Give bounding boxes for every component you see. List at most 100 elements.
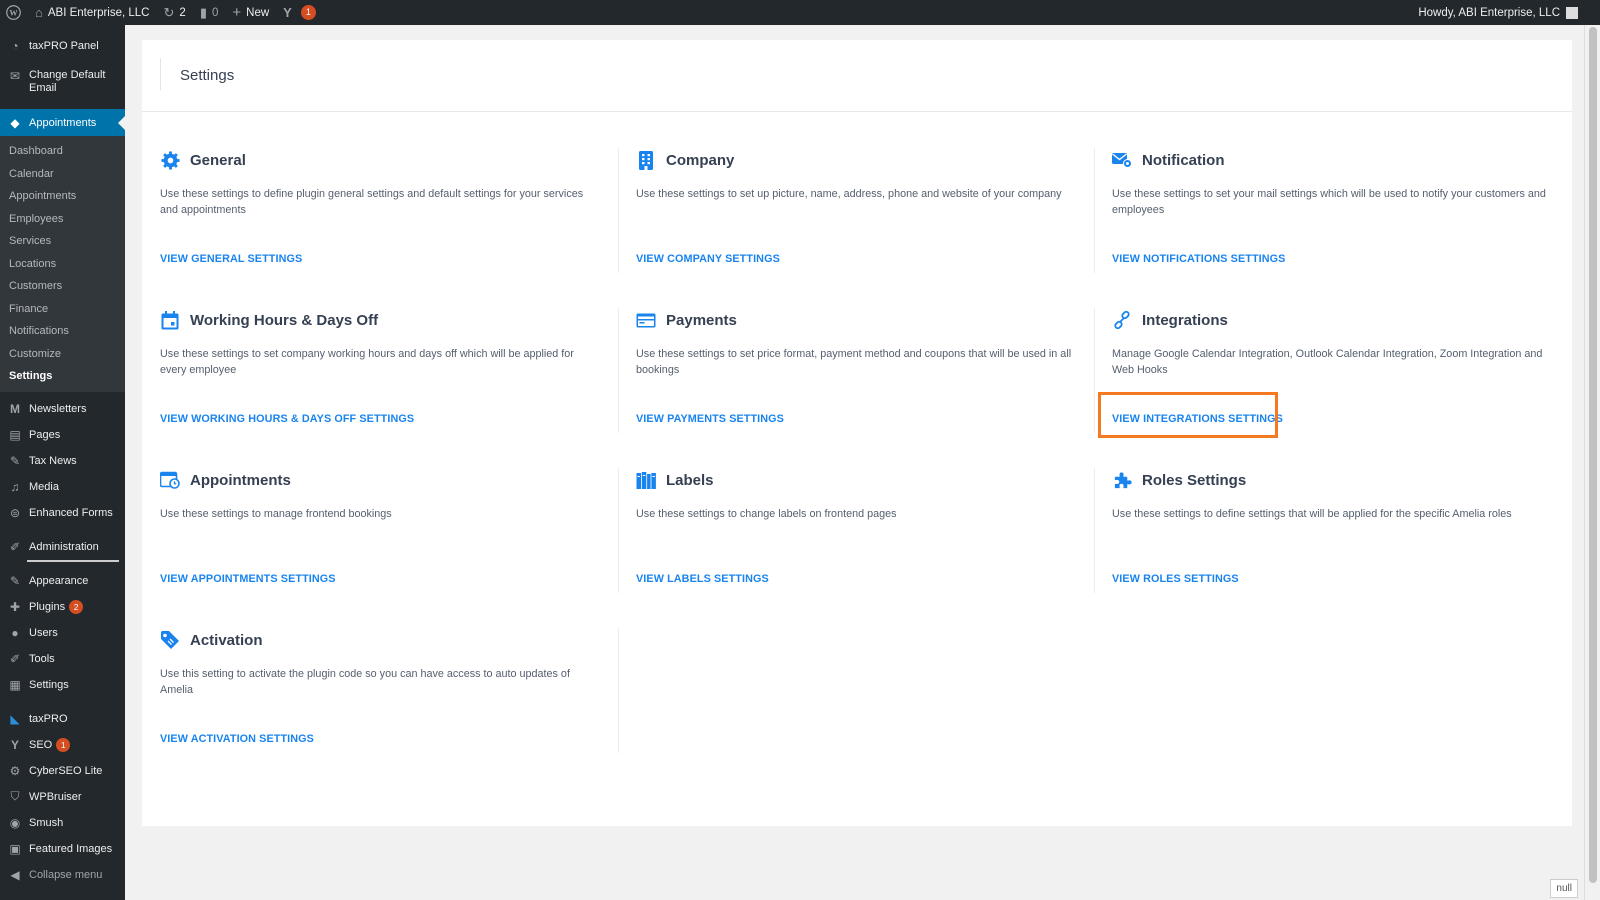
submenu-item-appointments[interactable]: Appointments [0, 185, 125, 208]
wrench-icon: ✐ [9, 539, 21, 554]
my-account-link[interactable]: Howdy, ABI Enterprise, LLC [1411, 0, 1600, 25]
settings-card-working-hours: Working Hours & Days Off Use these setti… [160, 310, 615, 452]
card-description: Use these settings to manage frontend bo… [160, 508, 392, 520]
updates-count: 2 [179, 6, 186, 19]
card-description: Use these settings to change labels on f… [636, 508, 897, 520]
sidebar-item-newsletters[interactable]: M Newsletters [0, 396, 125, 422]
images-icon: ▣ [9, 841, 21, 856]
gauge-icon: ◔ [11, 38, 19, 53]
brush-icon: ✎ [9, 573, 21, 588]
sidebar-item-label: SEO [29, 738, 53, 751]
submenu-item-locations[interactable]: Locations [0, 253, 125, 276]
view-roles-settings-link[interactable]: VIEW ROLES SETTINGS [1112, 573, 1239, 585]
card-title: Working Hours & Days Off [190, 311, 379, 329]
view-payments-settings-link[interactable]: VIEW PAYMENTS SETTINGS [636, 413, 784, 425]
home-icon: ⌂ [35, 5, 43, 20]
column-divider [618, 628, 619, 753]
sidebar-item-label: WPBruiser [29, 790, 82, 803]
sidebar-item-media[interactable]: ♫ Media [0, 474, 125, 500]
plugins-update-badge: 2 [69, 599, 84, 614]
card-description: Manage Google Calendar Integration, Outl… [1112, 348, 1543, 376]
sidebar-item-smush[interactable]: ◉ Smush [0, 810, 125, 836]
card-title: Appointments [190, 471, 291, 489]
page-header: Settings [142, 40, 1572, 112]
wordpress-logo-icon[interactable]: W [0, 0, 28, 25]
sidebar-item-plugins[interactable]: ✚ Plugins 2 [0, 594, 125, 620]
card-description: Use these settings to set price format, … [636, 348, 1072, 376]
pages-icon: ▤ [9, 427, 21, 442]
comments-link[interactable]: ▮ 0 [193, 0, 226, 25]
view-notifications-settings-link[interactable]: VIEW NOTIFICATIONS SETTINGS [1112, 253, 1285, 265]
submenu-item-dashboard[interactable]: Dashboard [0, 140, 125, 163]
sidebar-item-tax-news[interactable]: ✎ Tax News [0, 448, 125, 474]
settings-card-appointments: Appointments Use these settings to manag… [160, 470, 615, 612]
calendar-icon [160, 310, 180, 330]
sidebar-item-appointments[interactable]: ◆ Appointments [0, 109, 125, 136]
card-description: Use this setting to activate the plugin … [160, 668, 570, 696]
submenu-item-customers[interactable]: Customers [0, 275, 125, 298]
media-icon: ♫ [10, 479, 20, 494]
sidebar-item-label: Plugins [29, 600, 66, 613]
sidebar-item-appearance[interactable]: ✎ Appearance [0, 568, 125, 594]
submenu-item-customize[interactable]: Customize [0, 343, 125, 366]
view-activation-settings-link[interactable]: VIEW ACTIVATION SETTINGS [160, 733, 314, 745]
submenu-item-finance[interactable]: Finance [0, 298, 125, 321]
settings-card-roles: Roles Settings Use these settings to def… [1112, 470, 1567, 612]
sidebar-item-wpbruiser[interactable]: ⛉ WPBruiser [0, 784, 125, 810]
settings-card-notification: Notification Use these settings to set y… [1112, 150, 1567, 292]
sidebar-item-taxpro-panel[interactable]: ◔ taxPRO Panel [0, 25, 125, 66]
settings-icon: ▦ [9, 677, 21, 692]
plus-icon: + [232, 4, 242, 21]
sidebar-item-enhanced-forms[interactable]: ⊜ Enhanced Forms [0, 500, 125, 526]
card-title: Payments [666, 311, 737, 329]
comments-count: 0 [211, 6, 219, 19]
view-company-settings-link[interactable]: VIEW COMPANY SETTINGS [636, 253, 780, 265]
smush-icon: ◉ [9, 815, 21, 830]
submenu-item-settings[interactable]: Settings [0, 365, 125, 388]
sidebar-item-seo[interactable]: Y SEO 1 [0, 732, 125, 758]
card-title-row: Roles Settings [1112, 470, 1567, 490]
submenu-item-services[interactable]: Services [0, 230, 125, 253]
sidebar-item-pages[interactable]: ▤ Pages [0, 422, 125, 448]
card-title-row: Integrations [1112, 310, 1567, 330]
view-appointments-settings-link[interactable]: VIEW APPOINTMENTS SETTINGS [160, 573, 336, 585]
page-scrollbar[interactable] [1584, 25, 1600, 900]
view-general-settings-link[interactable]: VIEW GENERAL SETTINGS [160, 253, 302, 265]
sidebar-item-label: Newsletters [29, 402, 87, 415]
sidebar-item-users[interactable]: ● Users [0, 620, 125, 646]
yoast-icon: Y [283, 5, 292, 20]
site-name-link[interactable]: ⌂ ABI Enterprise, LLC [28, 0, 157, 25]
refresh-icon: ↻ [163, 4, 175, 20]
view-labels-settings-link[interactable]: VIEW LABELS SETTINGS [636, 573, 769, 585]
collapse-menu-button[interactable]: ◀ Collapse menu [0, 862, 125, 888]
admin-bar: W ⌂ ABI Enterprise, LLC ↻ 2 ▮ 0 + New Y … [0, 0, 1600, 25]
settings-card-company: Company Use these settings to set up pic… [636, 150, 1091, 292]
sidebar-item-settings[interactable]: ▦ Settings [0, 672, 125, 698]
submenu-item-employees[interactable]: Employees [0, 208, 125, 231]
submenu-item-notifications[interactable]: Notifications [0, 320, 125, 343]
yoast-icon: Y [10, 737, 19, 752]
puzzle-icon [1112, 470, 1132, 490]
card-title-row: Payments [636, 310, 1091, 330]
gear-icon [160, 150, 180, 170]
view-working-hours-settings-link[interactable]: VIEW WORKING HOURS & DAYS OFF SETTINGS [160, 413, 414, 425]
sidebar-item-label: Tax News [29, 454, 77, 467]
sidebar-item-change-default-email[interactable]: ✉ Change Default Email [0, 66, 125, 109]
card-title: Company [666, 151, 735, 169]
sidebar-item-administration[interactable]: ✐ Administration [0, 530, 125, 564]
scrollbar-thumb[interactable] [1589, 27, 1597, 883]
sidebar-item-cyberseo-lite[interactable]: ⚙ CyberSEO Lite [0, 758, 125, 784]
updates-link[interactable]: ↻ 2 [157, 0, 193, 25]
card-title-row: Appointments [160, 470, 615, 490]
sidebar-item-tools[interactable]: ✐ Tools [0, 646, 125, 672]
sidebar-item-taxpro[interactable]: ◣ taxPRO [0, 706, 125, 732]
sidebar-item-label: Enhanced Forms [29, 506, 113, 519]
yoast-link[interactable]: Y 1 [276, 0, 323, 25]
submenu-item-calendar[interactable]: Calendar [0, 163, 125, 186]
sidebar-item-label: Change Default Email [29, 69, 106, 94]
new-content-link[interactable]: + New [225, 0, 276, 25]
card-title-row: Activation [160, 630, 615, 650]
sidebar-item-label: taxPRO Panel [29, 39, 99, 52]
sidebar-item-featured-images[interactable]: ▣ Featured Images [0, 836, 125, 862]
link-icon [1112, 310, 1132, 330]
